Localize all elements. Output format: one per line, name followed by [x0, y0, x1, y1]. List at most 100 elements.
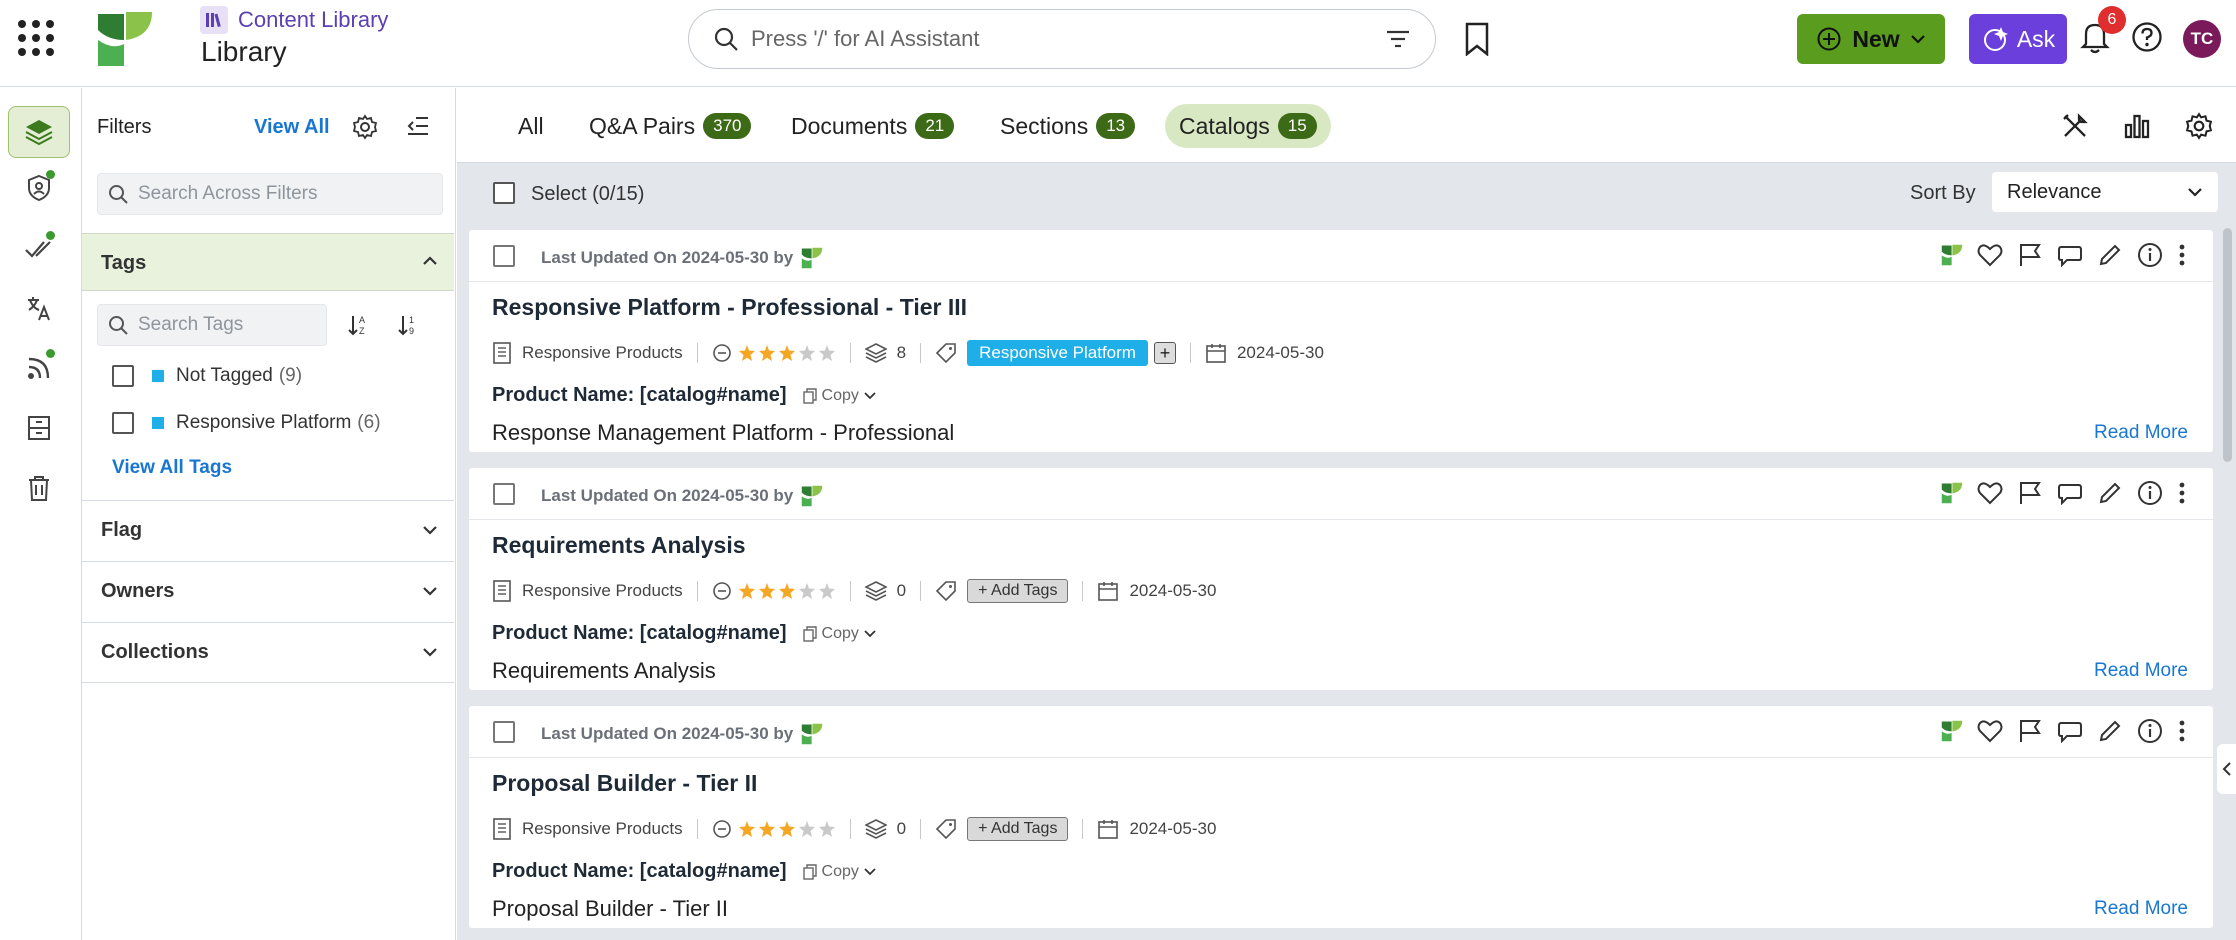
tab-qa-pairs[interactable]: Q&A Pairs 370 [575, 104, 765, 148]
tag-count: (9) [278, 365, 303, 386]
chevron-down-icon [864, 629, 876, 638]
edit-pencil-icon[interactable] [2097, 718, 2123, 744]
comment-icon[interactable] [2057, 243, 2083, 267]
responsive-logo-icon[interactable] [96, 10, 154, 68]
more-vertical-icon[interactable] [2177, 243, 2187, 267]
owners-section-header[interactable]: Owners [82, 561, 454, 622]
tab-all[interactable]: All [504, 104, 558, 148]
card-checkbox[interactable] [493, 721, 515, 743]
view-all-tags-link[interactable]: View All Tags [112, 457, 232, 479]
gear-icon[interactable] [352, 114, 378, 140]
card-title[interactable]: Requirements Analysis [492, 532, 746, 559]
select-all-checkbox[interactable] [493, 182, 515, 204]
more-vertical-icon[interactable] [2177, 481, 2187, 505]
catalog-card[interactable]: Last Updated On 2024-05-30 by Proposal B… [469, 706, 2213, 928]
rail-library[interactable] [8, 106, 70, 158]
sort-numeric-icon[interactable]: 19 [398, 314, 420, 336]
tag-filter-item[interactable]: Not Tagged (9) [112, 362, 302, 390]
sort-alpha-icon[interactable]: AZ [348, 314, 370, 336]
rail-feeds[interactable] [8, 342, 70, 394]
card-title[interactable]: Responsive Platform - Professional - Tie… [492, 294, 967, 321]
heart-icon[interactable] [1977, 243, 2003, 267]
heart-icon[interactable] [1977, 719, 2003, 743]
card-checkbox[interactable] [493, 245, 515, 267]
edit-pencil-icon[interactable] [2097, 480, 2123, 506]
side-panel-toggle[interactable] [2217, 744, 2236, 794]
copy-button[interactable]: Copy [802, 387, 876, 405]
read-more-link[interactable]: Read More [2094, 660, 2188, 682]
copy-button[interactable]: Copy [802, 863, 876, 881]
flag-icon[interactable] [2017, 242, 2043, 268]
star-rating[interactable] [738, 820, 836, 838]
add-tags-button[interactable]: + Add Tags [967, 579, 1069, 603]
catalog-card[interactable]: Last Updated On 2024-05-30 by Responsive… [469, 230, 2213, 452]
tab-sections[interactable]: Sections 13 [986, 104, 1149, 148]
flag-section-header[interactable]: Flag [82, 500, 454, 561]
catalog-card[interactable]: Last Updated On 2024-05-30 by Requiremen… [469, 468, 2213, 690]
tag-chip[interactable]: Responsive Platform [967, 340, 1148, 366]
flag-icon[interactable] [2017, 480, 2043, 506]
responsive-logo-icon[interactable] [1941, 482, 1963, 504]
ask-button[interactable]: Ask [1969, 14, 2067, 64]
apps-grid-icon[interactable] [16, 18, 56, 58]
bar-chart-icon[interactable] [2123, 112, 2151, 140]
scrollbar-thumb[interactable] [2223, 228, 2232, 462]
responsive-logo-icon[interactable] [1941, 244, 1963, 266]
avatar[interactable]: TC [2183, 20, 2221, 58]
card-source: Responsive Products [522, 819, 683, 838]
filter-search-box[interactable] [97, 173, 443, 215]
tag-search-box[interactable] [97, 304, 327, 346]
rail-archive[interactable] [8, 402, 70, 454]
collections-section-header[interactable]: Collections [82, 622, 454, 683]
tab-catalogs[interactable]: Catalogs 15 [1165, 104, 1331, 148]
read-more-link[interactable]: Read More [2094, 422, 2188, 444]
filter-search-input[interactable] [138, 183, 432, 205]
copy-button[interactable]: Copy [802, 625, 876, 643]
info-icon[interactable] [2137, 480, 2163, 506]
search-input[interactable] [751, 26, 1385, 52]
info-icon[interactable] [2137, 242, 2163, 268]
filters-view-all-link[interactable]: View All [254, 116, 330, 139]
add-tag-button[interactable]: + [1153, 342, 1176, 364]
read-more-link[interactable]: Read More [2094, 898, 2188, 920]
tag-checkbox[interactable] [112, 365, 134, 387]
settings-gear-icon[interactable] [2185, 112, 2213, 140]
comment-icon[interactable] [2057, 719, 2083, 743]
breadcrumb-link[interactable]: Content Library [238, 7, 388, 33]
collapse-panel-icon[interactable] [406, 115, 430, 137]
responsive-logo-icon[interactable] [1941, 720, 1963, 742]
add-tags-button[interactable]: + Add Tags [967, 817, 1069, 841]
star-rating[interactable] [738, 582, 836, 600]
comment-icon[interactable] [2057, 481, 2083, 505]
new-button-label: New [1852, 25, 1900, 52]
card-description: Proposal Builder - Tier II [492, 896, 728, 921]
filter-icon[interactable] [1385, 28, 1411, 50]
global-search[interactable] [688, 9, 1436, 69]
card-checkbox[interactable] [493, 483, 515, 505]
card-source: Responsive Products [522, 581, 683, 600]
flag-icon[interactable] [2017, 718, 2043, 744]
bookmark-icon[interactable] [1462, 22, 1492, 56]
tag-filter-item[interactable]: Responsive Platform (6) [112, 409, 381, 437]
tags-section-header[interactable]: Tags [82, 233, 454, 291]
rail-translate[interactable] [8, 282, 70, 334]
rail-users[interactable] [8, 162, 70, 214]
minus-circle-icon [712, 343, 732, 363]
help-icon[interactable] [2131, 21, 2163, 53]
card-title[interactable]: Proposal Builder - Tier II [492, 770, 757, 797]
rail-review[interactable] [8, 222, 70, 274]
tab-documents[interactable]: Documents 21 [777, 104, 968, 148]
new-button[interactable]: New [1797, 14, 1945, 64]
info-icon[interactable] [2137, 718, 2163, 744]
star-rating[interactable] [738, 344, 836, 362]
sort-select[interactable]: Relevance [1992, 172, 2218, 212]
tag-checkbox[interactable] [112, 412, 134, 434]
more-vertical-icon[interactable] [2177, 719, 2187, 743]
rail-trash[interactable] [8, 462, 70, 514]
tools-icon[interactable] [2061, 112, 2089, 140]
tag-search-input[interactable] [138, 314, 316, 336]
edit-pencil-icon[interactable] [2097, 242, 2123, 268]
heart-icon[interactable] [1977, 481, 2003, 505]
chevron-down-icon [422, 586, 438, 596]
breadcrumb[interactable]: Content Library [200, 4, 388, 36]
